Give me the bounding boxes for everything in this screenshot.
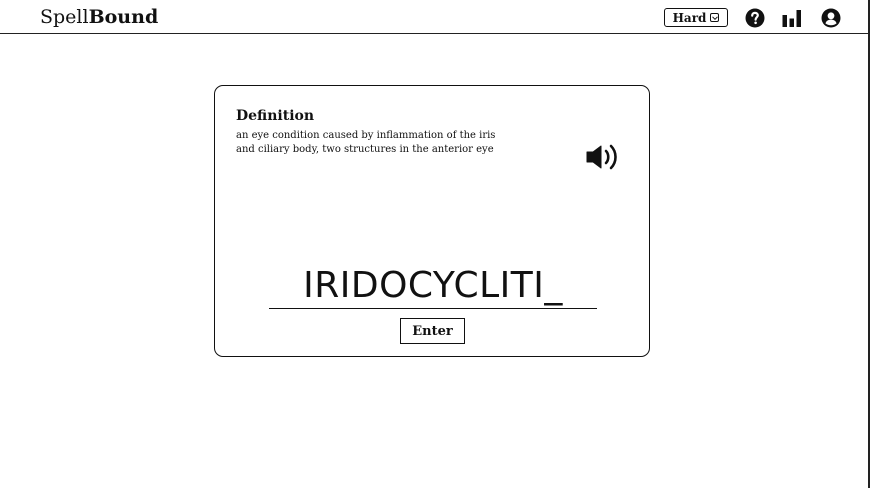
difficulty-value: Hard [672,10,707,25]
definition-text: an eye condition caused by inflammation … [236,130,496,155]
brand-spell: Spell [40,6,89,28]
app-logo: SpellBound [40,5,158,29]
page: SpellBound Hard Definition an eye condit… [0,0,870,488]
stats-icon[interactable] [782,8,802,28]
chevron-down-icon [710,13,720,22]
difficulty-select[interactable]: Hard [664,8,728,27]
game-card: Definition an eye condition caused by in… [214,85,650,357]
word-input[interactable]: IRIDOCYCLITI_ [269,264,597,309]
help-icon[interactable] [745,8,765,28]
profile-icon[interactable] [821,8,841,28]
definition-heading: Definition [236,108,315,124]
speaker-icon[interactable] [584,142,622,172]
brand-bound: Bound [88,6,159,28]
top-bar: SpellBound Hard [0,0,868,34]
enter-button[interactable]: Enter [400,318,465,344]
